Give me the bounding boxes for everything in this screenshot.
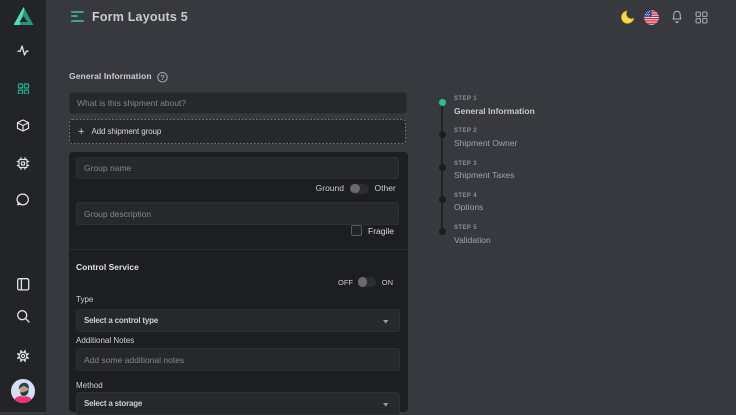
svg-text:?: ? xyxy=(160,73,165,82)
